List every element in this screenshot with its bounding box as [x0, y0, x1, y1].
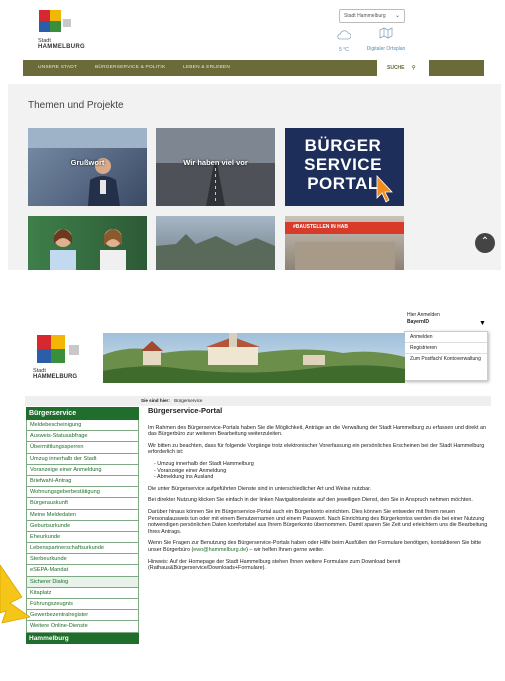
page-title: Bürgerservice-Portal [148, 406, 223, 415]
required-visits-list: - Umzug innerhalb der Stadt Hammelburg -… [148, 461, 490, 481]
sidebar-item-gewerbezentralregister[interactable]: Gewerbezentralregister [26, 610, 139, 622]
chevron-down-icon: ⌄ [394, 13, 400, 19]
sidebar-title: Bürgerservice [26, 407, 139, 420]
cursor-icon [376, 174, 393, 203]
sidebar-item-voranzeige[interactable]: Voranzeige einer Anmeldung [26, 464, 139, 476]
map-icon [379, 27, 393, 39]
sidebar-item-sicherer-dialog[interactable]: Sicherer Dialog [26, 576, 139, 588]
main-nav: UNSERE STADT BÜRGERSERVICE & POLITIK LEB… [23, 57, 484, 79]
top-header: Stadt HAMMELBURG Stadt Hammelburg ⌄ 5 °C… [0, 0, 505, 58]
list-item: - Abmeldung ins Ausland [154, 474, 214, 481]
sidebar-item-lebenspartnerschaft[interactable]: Lebenspartnerschaftsurkunde [26, 543, 139, 555]
weather-widget[interactable]: 5 °C [334, 27, 354, 53]
menu-item-anmelden[interactable]: Anmelden [405, 332, 487, 343]
tile-grusswort[interactable]: Grußwort [28, 128, 147, 206]
sidebar-item-geburtsurkunde[interactable]: Geburtsurkunde [26, 520, 139, 532]
login-menu: Anmelden Registrieren Zum Postfach/ Kont… [404, 331, 488, 381]
contact-paragraph: Wenn Sie Fragen zur Benutzung des Bürger… [148, 540, 482, 553]
sidebar-item-weitere-dienste[interactable]: Weitere Online-Dienste [26, 621, 139, 633]
people-photo [50, 229, 126, 270]
breadcrumb: Sie sind hier: Bürgerservice [25, 396, 491, 406]
breadcrumb-current[interactable]: Bürgerservice [174, 398, 202, 403]
search-button[interactable]: SUCHE ⚲ [377, 57, 429, 79]
notice-paragraph: Wir bitten zu beachten, dass für folgend… [148, 442, 485, 456]
tile-buergerservice-portal[interactable]: BÜRGER SERVICE PORTAL [285, 128, 404, 206]
city-select-dropdown[interactable]: Stadt Hammelburg ⌄ [339, 9, 405, 23]
yellow-arrow-annotation [0, 564, 30, 624]
sidebar-item-umzug[interactable]: Umzug innerhalb der Stadt [26, 453, 139, 465]
sidebar-item-ausweis-statusabfrage[interactable]: Ausweis-Statusabfrage [26, 431, 139, 443]
sidebar-item-fuehrungszeugnis[interactable]: Führungszeugnis [26, 599, 139, 611]
tile-baustellen[interactable]: #BAUSTELLEN IN HAB [285, 216, 404, 270]
sidebar-nav: Bürgerservice Meldebescheinigung Ausweis… [26, 407, 139, 644]
list-item: - Voranzeige einer Anmeldung [154, 467, 227, 474]
sidebar-item-meldebescheinigung[interactable]: Meldebescheinigung [26, 420, 139, 432]
sidebar-item-buergerauskunft[interactable]: Bürgerauskunft [26, 498, 139, 510]
tile-trees[interactable] [156, 216, 275, 270]
sidebar-item-briefwahl[interactable]: Briefwahl-Antrag [26, 475, 139, 488]
nav-leben-erleben[interactable]: LEBEN & ERLEBEN [183, 60, 230, 76]
email-link[interactable]: ewo@hammelburg.de [193, 547, 246, 553]
sidebar-item-meldedaten[interactable]: Meine Meldedaten [26, 509, 139, 521]
section-title: Themen und Projekte [28, 100, 124, 111]
tile-wir-haben-viel-vor[interactable]: Wir haben viel vor [156, 128, 275, 206]
intro-paragraph: Im Rahmen des Bürgerservice-Portals habe… [148, 424, 486, 438]
sidebar-item-kitaplatz[interactable]: Kitaplatz [26, 587, 139, 599]
city-logo-portal[interactable]: Stadt HAMMELBURG [33, 335, 93, 389]
menu-item-registrieren[interactable]: Registrieren [405, 343, 487, 354]
tile-people[interactable] [28, 216, 147, 270]
sidebar-item-esepa[interactable]: eSEPA-Mandat [26, 565, 139, 577]
search-icon: ⚲ [411, 65, 416, 71]
sidebar-section-hammelburg[interactable]: Hammelburg [26, 632, 139, 644]
list-item: - Umzug innerhalb der Stadt Hammelburg [154, 460, 254, 467]
grusswort-photo [28, 128, 147, 206]
logo-text: Stadt HAMMELBURG [33, 368, 77, 380]
header-banner-image [103, 333, 405, 383]
services-paragraph: Die unter Bürgerservice aufgeführten Die… [148, 485, 372, 492]
screenshot-root: Stadt HAMMELBURG Stadt Hammelburg ⌄ 5 °C… [0, 0, 505, 681]
chevron-up-icon: ⌃ [480, 236, 490, 247]
trees-photo [156, 234, 275, 270]
menu-item-postfach[interactable]: Zum Postfach/ Kontoverwaltung [405, 354, 487, 364]
hint-paragraph: Hinweis: Auf der Homepage der Stadt Hamm… [148, 558, 401, 572]
sidebar-item-eheurkunde[interactable]: Eheurkunde [26, 531, 139, 544]
nav-buergerservice[interactable]: BÜRGERSERVICE & POLITIK [95, 60, 165, 76]
usage-paragraph: Bei direkter Nutzung klicken Sie einfach… [148, 497, 473, 504]
road-photo [156, 128, 275, 206]
main-content: Bürgerservice-Portal Im Rahmen des Bürge… [148, 406, 490, 577]
sidebar-item-uebermittlungssperren[interactable]: Übermittlungssperren [26, 442, 139, 454]
sidebar-item-wohnungsgeber[interactable]: Wohnungsgeberbestätigung [26, 487, 139, 499]
cloud-icon [337, 30, 352, 40]
ortsplan-link[interactable]: Digitaler Ortsplan [360, 26, 412, 52]
nav-unsere-stadt[interactable]: UNSERE STADT [38, 60, 77, 76]
scroll-to-top-button[interactable]: ⌃ [475, 233, 495, 253]
caret-down-icon[interactable]: ▼ [479, 320, 486, 327]
account-paragraph: Darüber hinaus können Sie im Bürgerservi… [148, 508, 488, 535]
logo-text: Stadt HAMMELBURG [38, 38, 85, 50]
sidebar-item-sterbeurkunde[interactable]: Sterbeurkunde [26, 554, 139, 566]
themen-section: Themen und Projekte Grußwort Wir haben v… [8, 84, 501, 270]
